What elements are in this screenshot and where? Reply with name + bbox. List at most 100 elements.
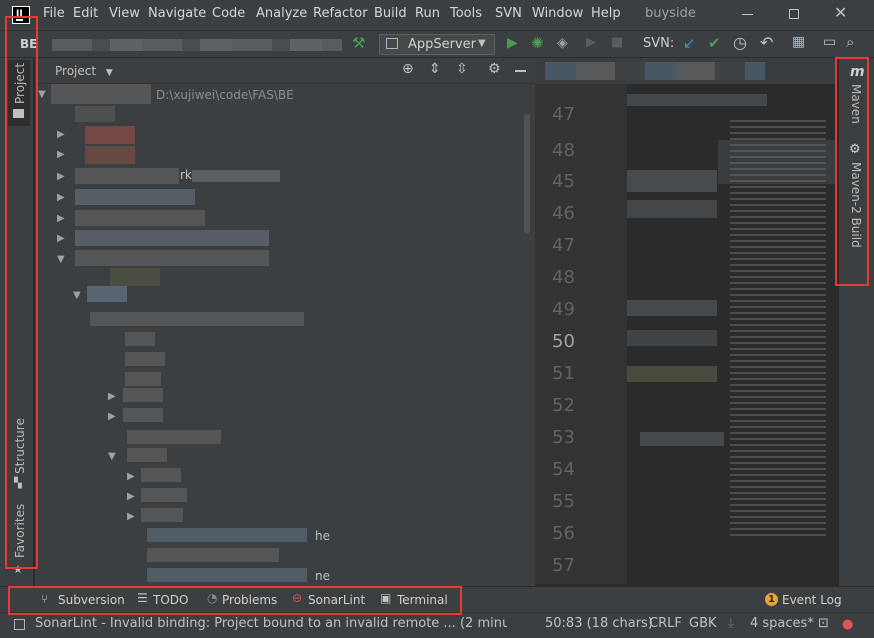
terminal-window-icon[interactable]: ▭ [823, 34, 836, 50]
project-tree: ▼ D:\xujiwei\code\FAS\BE ▶ ▶ ▶ rk ▶ ▶ ▶ … [35, 84, 530, 586]
build-hammer-icon[interactable]: ⚒ [352, 34, 365, 52]
history-icon[interactable]: ◷ [733, 33, 747, 52]
menu-navigate[interactable]: Navigate [148, 6, 206, 21]
tree-expand-arrow[interactable]: ▶ [108, 391, 116, 402]
tree-row-blur [75, 250, 269, 266]
code-blur [627, 366, 717, 382]
tree-row-blur [147, 548, 279, 562]
caret-position[interactable]: 50:83 (18 chars) [545, 616, 653, 631]
code-blur [640, 432, 724, 446]
error-indicator-icon[interactable]: ● [842, 617, 853, 632]
tree-fragment-ne: ne [315, 569, 330, 583]
line-number: 53 [552, 427, 575, 448]
revert-icon[interactable]: ↶ [760, 33, 773, 52]
menu-analyze[interactable]: Analyze [256, 6, 307, 21]
locate-icon[interactable]: ⊕ [402, 61, 414, 77]
indent-setting[interactable]: 4 spaces* [750, 616, 814, 631]
line-number: 48 [552, 140, 575, 161]
root-path: D:\xujiwei\code\FAS\BE [156, 88, 294, 102]
tree-expand-arrow[interactable]: ▶ [57, 129, 65, 140]
highlight-bottom-tabs [8, 586, 462, 615]
hide-panel-icon[interactable] [515, 70, 526, 72]
status-message[interactable]: SonarLint - Invalid binding: Project bou… [35, 616, 507, 631]
code-minimap-lines [730, 120, 826, 540]
tree-row-blur [127, 430, 221, 444]
tree-expand-arrow[interactable]: ▶ [127, 471, 135, 482]
tree-row-blur [75, 168, 179, 184]
tree-expand-arrow[interactable]: ▶ [57, 192, 65, 203]
menu-refactor[interactable]: Refactor [313, 6, 368, 21]
breadcrumb-blur [52, 39, 342, 51]
chevron-down-icon: ▼ [478, 38, 486, 49]
menu-file[interactable]: File [43, 6, 65, 21]
tree-expand-arrow[interactable]: ▶ [57, 171, 65, 182]
menu-run[interactable]: Run [415, 6, 440, 21]
code-blur [627, 170, 717, 192]
tree-row-blur [75, 210, 205, 226]
tree-row-blur [125, 332, 155, 346]
tree-expand-arrow[interactable]: ▶ [127, 511, 135, 522]
tree-row-blur [110, 268, 160, 286]
editor-gutter [535, 84, 627, 584]
svn-update-icon[interactable]: ↙ [683, 34, 696, 52]
vcs-icon: ⤓ [728, 616, 734, 631]
status-bar: SonarLint - Invalid binding: Project bou… [0, 612, 874, 638]
file-encoding[interactable]: GBK [689, 616, 717, 631]
search-icon[interactable]: ⌕ [846, 33, 854, 51]
tree-expand-arrow[interactable]: ▶ [57, 213, 65, 224]
line-number: 45 [552, 171, 575, 192]
menu-help[interactable]: Help [591, 6, 621, 21]
tree-row-blur [141, 488, 187, 502]
current-line-number: 50 [552, 331, 575, 352]
tree-scrollbar[interactable] [524, 114, 530, 234]
menu-edit[interactable]: Edit [73, 6, 98, 21]
code-blur [627, 200, 717, 218]
tree-row-blur [75, 189, 195, 205]
menu-code[interactable]: Code [212, 6, 245, 21]
main-toolbar: BE ⚒ AppServer ▼ ▶ ✺ ◈ ▶ ■ SVN: ↙ ✔ ◷ ↶ … [0, 30, 874, 58]
menu-tools[interactable]: Tools [450, 6, 482, 21]
maximize-button[interactable] [789, 9, 799, 19]
menu-build[interactable]: Build [374, 6, 407, 21]
line-number: 49 [552, 299, 575, 320]
lock-icon[interactable]: ⊡ [818, 616, 829, 631]
run-config-label: AppServer [408, 37, 477, 52]
status-panel-icon[interactable] [14, 619, 25, 630]
coverage-icon[interactable]: ◈ [557, 35, 568, 51]
tree-row-blur [192, 170, 280, 182]
minimize-button[interactable] [742, 14, 753, 15]
svn-commit-icon[interactable]: ✔ [708, 34, 721, 52]
menu-svn[interactable]: SVN [495, 6, 522, 21]
tree-expand-arrow[interactable]: ▶ [57, 149, 65, 160]
menu-view[interactable]: View [109, 6, 140, 21]
tree-expand-arrow[interactable]: ▼ [108, 451, 116, 462]
highlight-left-stripe [5, 16, 38, 569]
project-structure-icon[interactable]: ▦ [792, 34, 805, 50]
run-icon[interactable]: ▶ [507, 35, 518, 51]
tree-expand-arrow[interactable]: ▶ [108, 411, 116, 422]
tree-expand-arrow[interactable]: ▼ [38, 89, 46, 100]
line-separator[interactable]: CRLF [649, 616, 682, 631]
tree-expand-arrow[interactable]: ▶ [127, 491, 135, 502]
tree-row-blur [85, 126, 135, 144]
code-blur [627, 300, 717, 316]
tree-row-blur [127, 448, 167, 462]
tree-root-blur [51, 84, 151, 104]
menu-window[interactable]: Window [532, 6, 583, 21]
tree-row-blur [90, 312, 304, 326]
close-button[interactable]: ✕ [834, 3, 847, 22]
tree-expand-arrow[interactable]: ▶ [57, 233, 65, 244]
debug-icon[interactable]: ✺ [531, 34, 544, 52]
expand-all-icon[interactable]: ⇕ [429, 61, 441, 77]
collapse-all-icon[interactable]: ⇳ [456, 61, 468, 77]
run-config-select[interactable]: AppServer ▼ [379, 34, 495, 55]
project-view-selector[interactable]: Project ▼ [55, 64, 113, 78]
tree-expand-arrow[interactable]: ▼ [73, 290, 81, 301]
run-config-icon [386, 38, 398, 49]
line-number: 51 [552, 363, 575, 384]
project-view-title: Project [55, 64, 97, 78]
tree-expand-arrow[interactable]: ▼ [57, 254, 65, 265]
line-number: 52 [552, 395, 575, 416]
tab-event-log[interactable]: Event Log [782, 593, 842, 607]
gear-icon[interactable]: ⚙ [488, 61, 501, 77]
